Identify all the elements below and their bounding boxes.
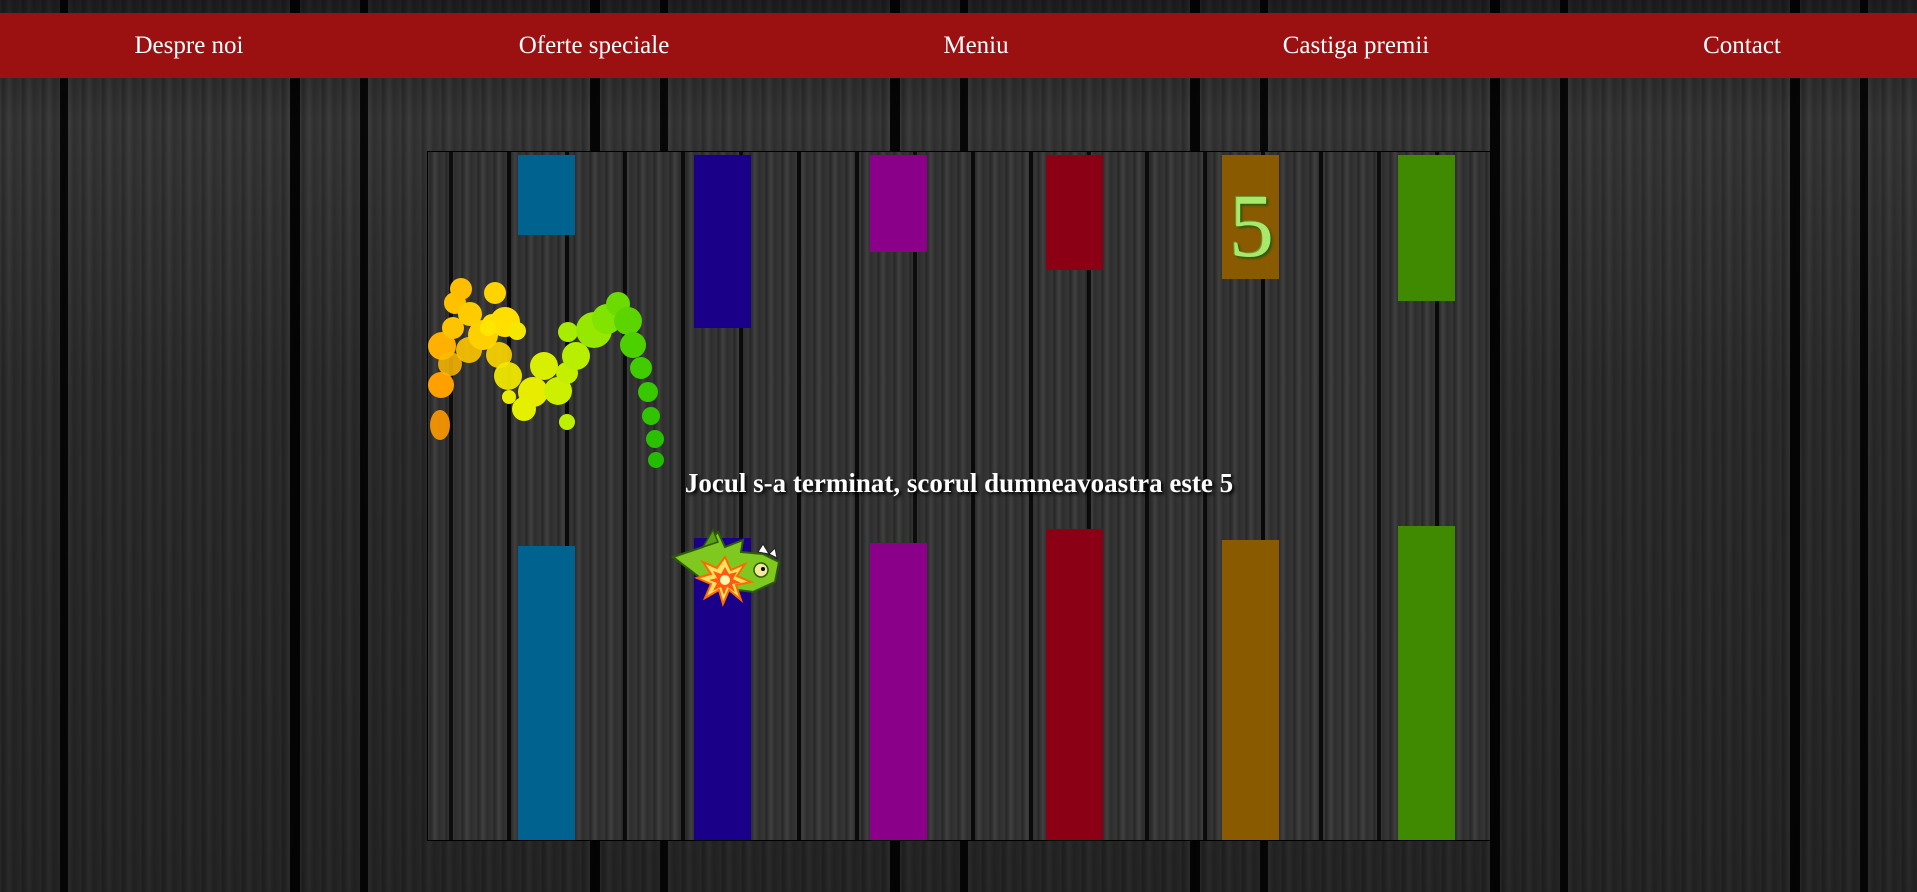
nav-item-meniu[interactable]: Meniu <box>943 13 1008 78</box>
game-over-message: Jocul s-a terminat, scorul dumneavoastra… <box>684 468 1234 498</box>
trail-particle <box>642 407 660 425</box>
trail-particle <box>450 278 472 300</box>
trail-particle <box>512 397 536 421</box>
trail-particle <box>630 357 652 379</box>
trail-particle <box>638 382 658 402</box>
trail-particle <box>430 410 450 440</box>
pipe-top <box>870 155 927 252</box>
explosion-icon <box>694 555 755 607</box>
pipe-top <box>518 155 575 235</box>
nav-item-contact[interactable]: Contact <box>1703 13 1781 78</box>
trail-particle <box>530 352 558 380</box>
trail-particle <box>484 282 506 304</box>
trail-particle <box>646 430 664 448</box>
pipe-top <box>1398 155 1455 301</box>
trail-particle <box>620 332 646 358</box>
trail-particle <box>559 414 575 430</box>
dragon-icon <box>670 528 781 607</box>
game-canvas[interactable]: 5 Jocul s-a terminat, scorul dumneavoast… <box>427 151 1491 841</box>
trail-particle <box>648 452 664 468</box>
nav-item-oferte-speciale[interactable]: Oferte speciale <box>519 13 670 78</box>
pipe-top <box>1046 155 1103 270</box>
trail-particle <box>614 307 642 335</box>
trail-particle <box>502 390 516 404</box>
pipe-bottom <box>870 543 927 840</box>
nav-item-despre-noi[interactable]: Despre noi <box>135 13 244 78</box>
nav-item-castiga-premii[interactable]: Castiga premii <box>1283 13 1430 78</box>
trail-particle <box>558 322 578 342</box>
pipe-bottom <box>1222 540 1279 840</box>
trail-particle <box>480 320 496 336</box>
trail-particle <box>508 322 526 340</box>
pipe-bottom <box>1046 529 1103 840</box>
score-display: 5 <box>1229 177 1274 276</box>
pipe-top <box>694 155 751 328</box>
pipe-bottom <box>518 546 575 840</box>
trail-particle <box>494 362 522 390</box>
top-navigation-bar: Despre noi Oferte speciale Meniu Castiga… <box>0 13 1917 78</box>
pipe-bottom <box>1398 526 1455 840</box>
